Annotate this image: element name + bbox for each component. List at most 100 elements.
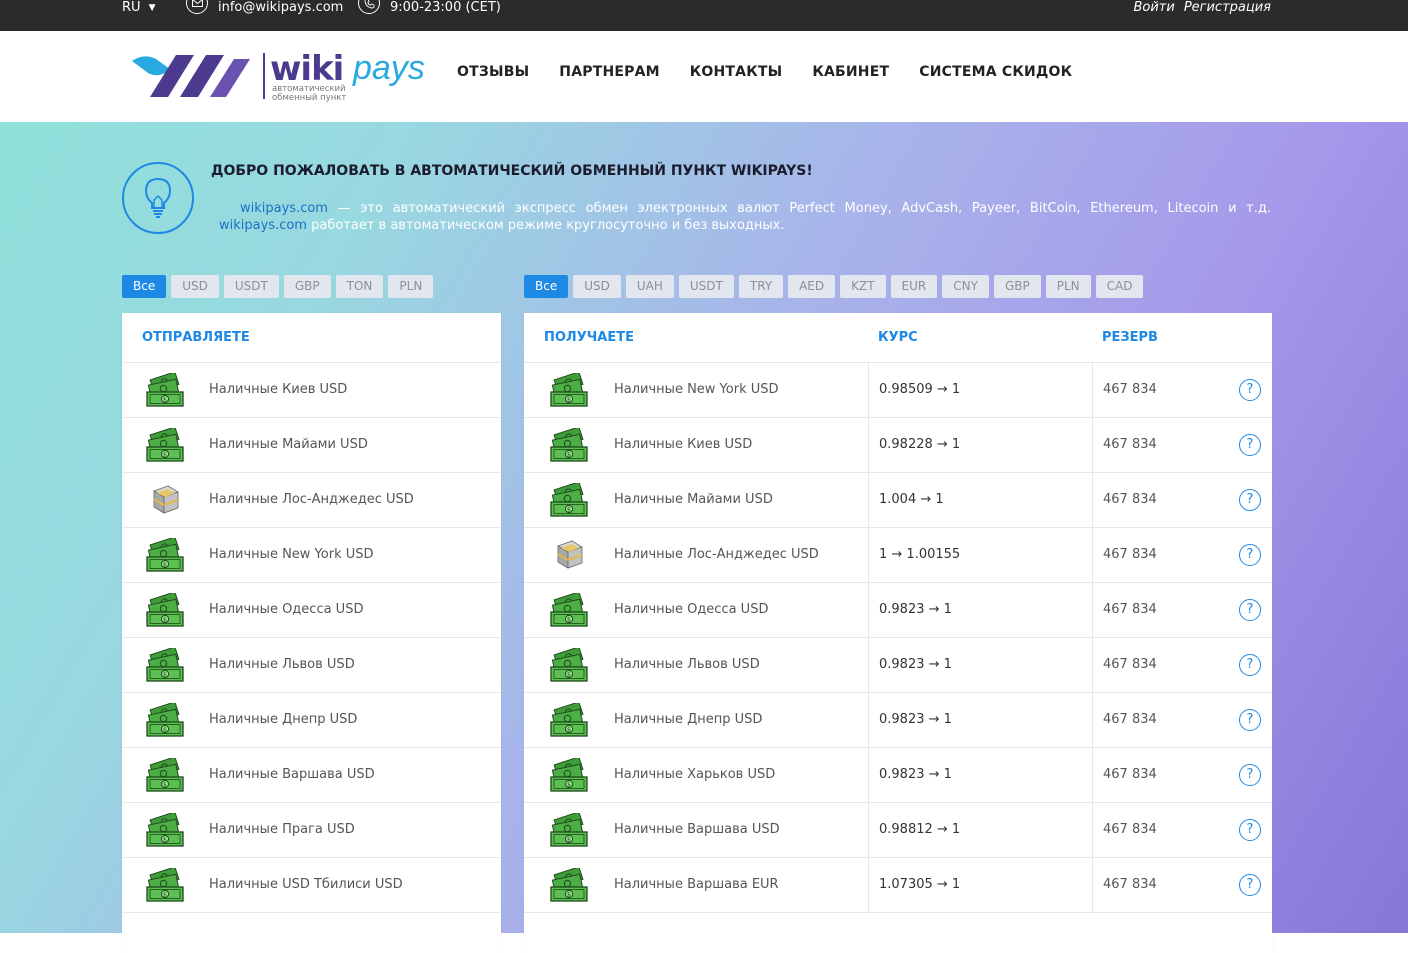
top-bar: RU ▼ info@wikipays.com 9:00-23:00 (CET) … [0,0,1408,31]
send-header-label: ОТПРАВЛЯЕТЕ [142,330,250,345]
receive-filter-usdt[interactable]: USDT [678,275,734,298]
help-icon[interactable]: ? [1239,544,1261,566]
send-row[interactable]: $ Наличные Киев USD [122,363,501,418]
send-row[interactable]: $ Наличные Майами USD [122,418,501,473]
column-divider [868,858,869,912]
send-currency-filters: Все USD USDT GBP TON PLN [122,275,434,298]
cash-icon: $ [548,481,588,517]
receive-row-reserve: 467 834 [1103,767,1157,782]
send-filter-usd[interactable]: USD [171,275,219,298]
send-header: ОТПРАВЛЯЕТЕ [122,313,501,363]
send-row[interactable]: $ Наличные Одесса USD [122,583,501,638]
email-contact[interactable]: info@wikipays.com [186,0,343,16]
receive-filter-cny[interactable]: CNY [942,275,989,298]
send-filter-gbp[interactable]: GBP [283,275,331,298]
cash-icon: $ [548,701,588,737]
receive-row[interactable]: $ Наличные Одесса USD 0.9823 → 1 467 834? [524,583,1272,638]
site-link-1[interactable]: wikipays.com [240,201,328,216]
receive-filter-kzt[interactable]: KZT [840,275,886,298]
receive-row[interactable]: $ Наличные Варшава USD 0.98812 → 1 467 834? [524,803,1272,858]
send-row[interactable]: $ Наличные New York USD [122,528,501,583]
receive-row[interactable]: $ Наличные Киев USD 0.98228 → 1 467 834? [524,418,1272,473]
language-selector[interactable]: RU ▼ [122,0,155,16]
receive-row[interactable]: $ Наличные Майами USD 1.004 → 1 467 834? [524,473,1272,528]
help-icon[interactable]: ? [1239,819,1261,841]
receive-filter-usd[interactable]: USD [573,275,621,298]
svg-text:$: $ [163,726,167,734]
nav-contacts[interactable]: КОНТАКТЫ [690,64,783,80]
send-list: $ Наличные Киев USD $ Наличные Майами USD На… [122,363,501,913]
svg-text:$: $ [567,726,571,734]
lightbulb-icon [122,162,194,234]
column-divider [1092,858,1093,912]
send-filter-pln[interactable]: PLN [388,275,434,298]
receive-filter-cad[interactable]: CAD [1095,275,1144,298]
help-icon[interactable]: ? [1239,874,1261,896]
help-icon[interactable]: ? [1239,599,1261,621]
welcome-text-1: — это автоматический экспресс обмен элек… [327,201,1271,216]
receive-row[interactable]: Наличные Лос-Анджедес USD 1 → 1.00155 467 … [524,528,1272,583]
svg-text:$: $ [567,671,571,679]
column-divider [868,418,869,472]
receive-row[interactable]: $ Наличные Варшава EUR 1.07305 → 1 467 834? [524,858,1272,913]
svg-text:$: $ [567,891,571,899]
hours-text: 9:00-23:00 (CET) [390,0,501,15]
receive-filter-все[interactable]: Все [524,275,569,298]
email-text: info@wikipays.com [218,0,344,15]
svg-text:$: $ [163,561,167,569]
help-icon[interactable]: ? [1239,654,1261,676]
receive-row-reserve: 467 834 [1103,657,1157,672]
nav-reviews[interactable]: ОТЗЫВЫ [457,64,529,80]
receive-filter-uah[interactable]: UAH [625,275,674,298]
register-link[interactable]: Регистрация [1184,0,1271,16]
receive-row[interactable]: $ Наличные New York USD 0.98509 → 1 467 834… [524,363,1272,418]
logo-mark-icon [132,55,250,97]
nav-cabinet[interactable]: КАБИНЕТ [812,64,889,80]
login-link[interactable]: Войти [1133,0,1174,16]
receive-row-rate: 0.98509 → 1 [879,382,961,397]
receive-row[interactable]: $ Наличные Львов USD 0.9823 → 1 467 834? [524,638,1272,693]
receive-row-name: Наличные Одесса USD [614,602,769,617]
receive-row[interactable]: $ Наличные Харьков USD 0.9823 → 1 467 834? [524,748,1272,803]
welcome-text: wikipays.com — это автоматический экспре… [219,200,1271,234]
receive-row-reserve: 467 834 [1103,382,1157,397]
help-icon[interactable]: ? [1239,434,1261,456]
send-row[interactable]: $ Наличные USD Тбилиси USD [122,858,501,913]
send-row-name: Наличные Днепр USD [209,712,358,727]
help-icon[interactable]: ? [1239,709,1261,731]
receive-filter-pln[interactable]: PLN [1045,275,1091,298]
logo[interactable]: wiki pays автоматический обменный пункт [130,49,440,105]
nav-partners[interactable]: ПАРТНЕРАМ [559,64,659,80]
receive-currency-filters: Все USD UAH USDT TRY AED KZT EUR CNY GBP PLN CAD [524,275,1144,298]
receive-row-reserve: 467 834 [1103,712,1157,727]
receive-row-rate: 0.9823 → 1 [879,712,952,727]
site-link-2[interactable]: wikipays.com [219,218,307,233]
phone-icon [358,0,380,14]
send-row-name: Наличные Одесса USD [209,602,364,617]
send-row[interactable]: $ Наличные Варшава USD [122,748,501,803]
send-filter-все[interactable]: Все [122,275,167,298]
language-label: RU [122,0,141,15]
column-divider [1092,638,1093,692]
receive-row[interactable]: $ Наличные Днепр USD 0.9823 → 1 467 834? [524,693,1272,748]
receive-filter-try[interactable]: TRY [738,275,784,298]
receive-filter-eur[interactable]: EUR [890,275,938,298]
help-icon[interactable]: ? [1239,489,1261,511]
send-row[interactable]: $ Наличные Днепр USD [122,693,501,748]
receive-filter-aed[interactable]: AED [788,275,836,298]
column-divider [1092,473,1093,527]
send-row[interactable]: $ Наличные Прага USD [122,803,501,858]
site-header: wiki pays автоматический обменный пункт … [0,31,1408,122]
help-icon[interactable]: ? [1239,764,1261,786]
nav-discounts[interactable]: СИСТЕМА СКИДОК [919,64,1072,80]
send-row[interactable]: $ Наличные Львов USD [122,638,501,693]
send-row[interactable]: Наличные Лос-Анджедес USD [122,473,501,528]
help-icon[interactable]: ? [1239,379,1261,401]
receive-filter-gbp[interactable]: GBP [993,275,1041,298]
receive-row-name: Наличные Харьков USD [614,767,776,782]
receive-row-rate: 0.9823 → 1 [879,602,952,617]
receive-row-reserve: 467 834 [1103,877,1157,892]
receive-row-name: Наличные Варшава USD [614,822,780,837]
send-filter-usdt[interactable]: USDT [223,275,279,298]
send-filter-ton[interactable]: TON [335,275,384,298]
